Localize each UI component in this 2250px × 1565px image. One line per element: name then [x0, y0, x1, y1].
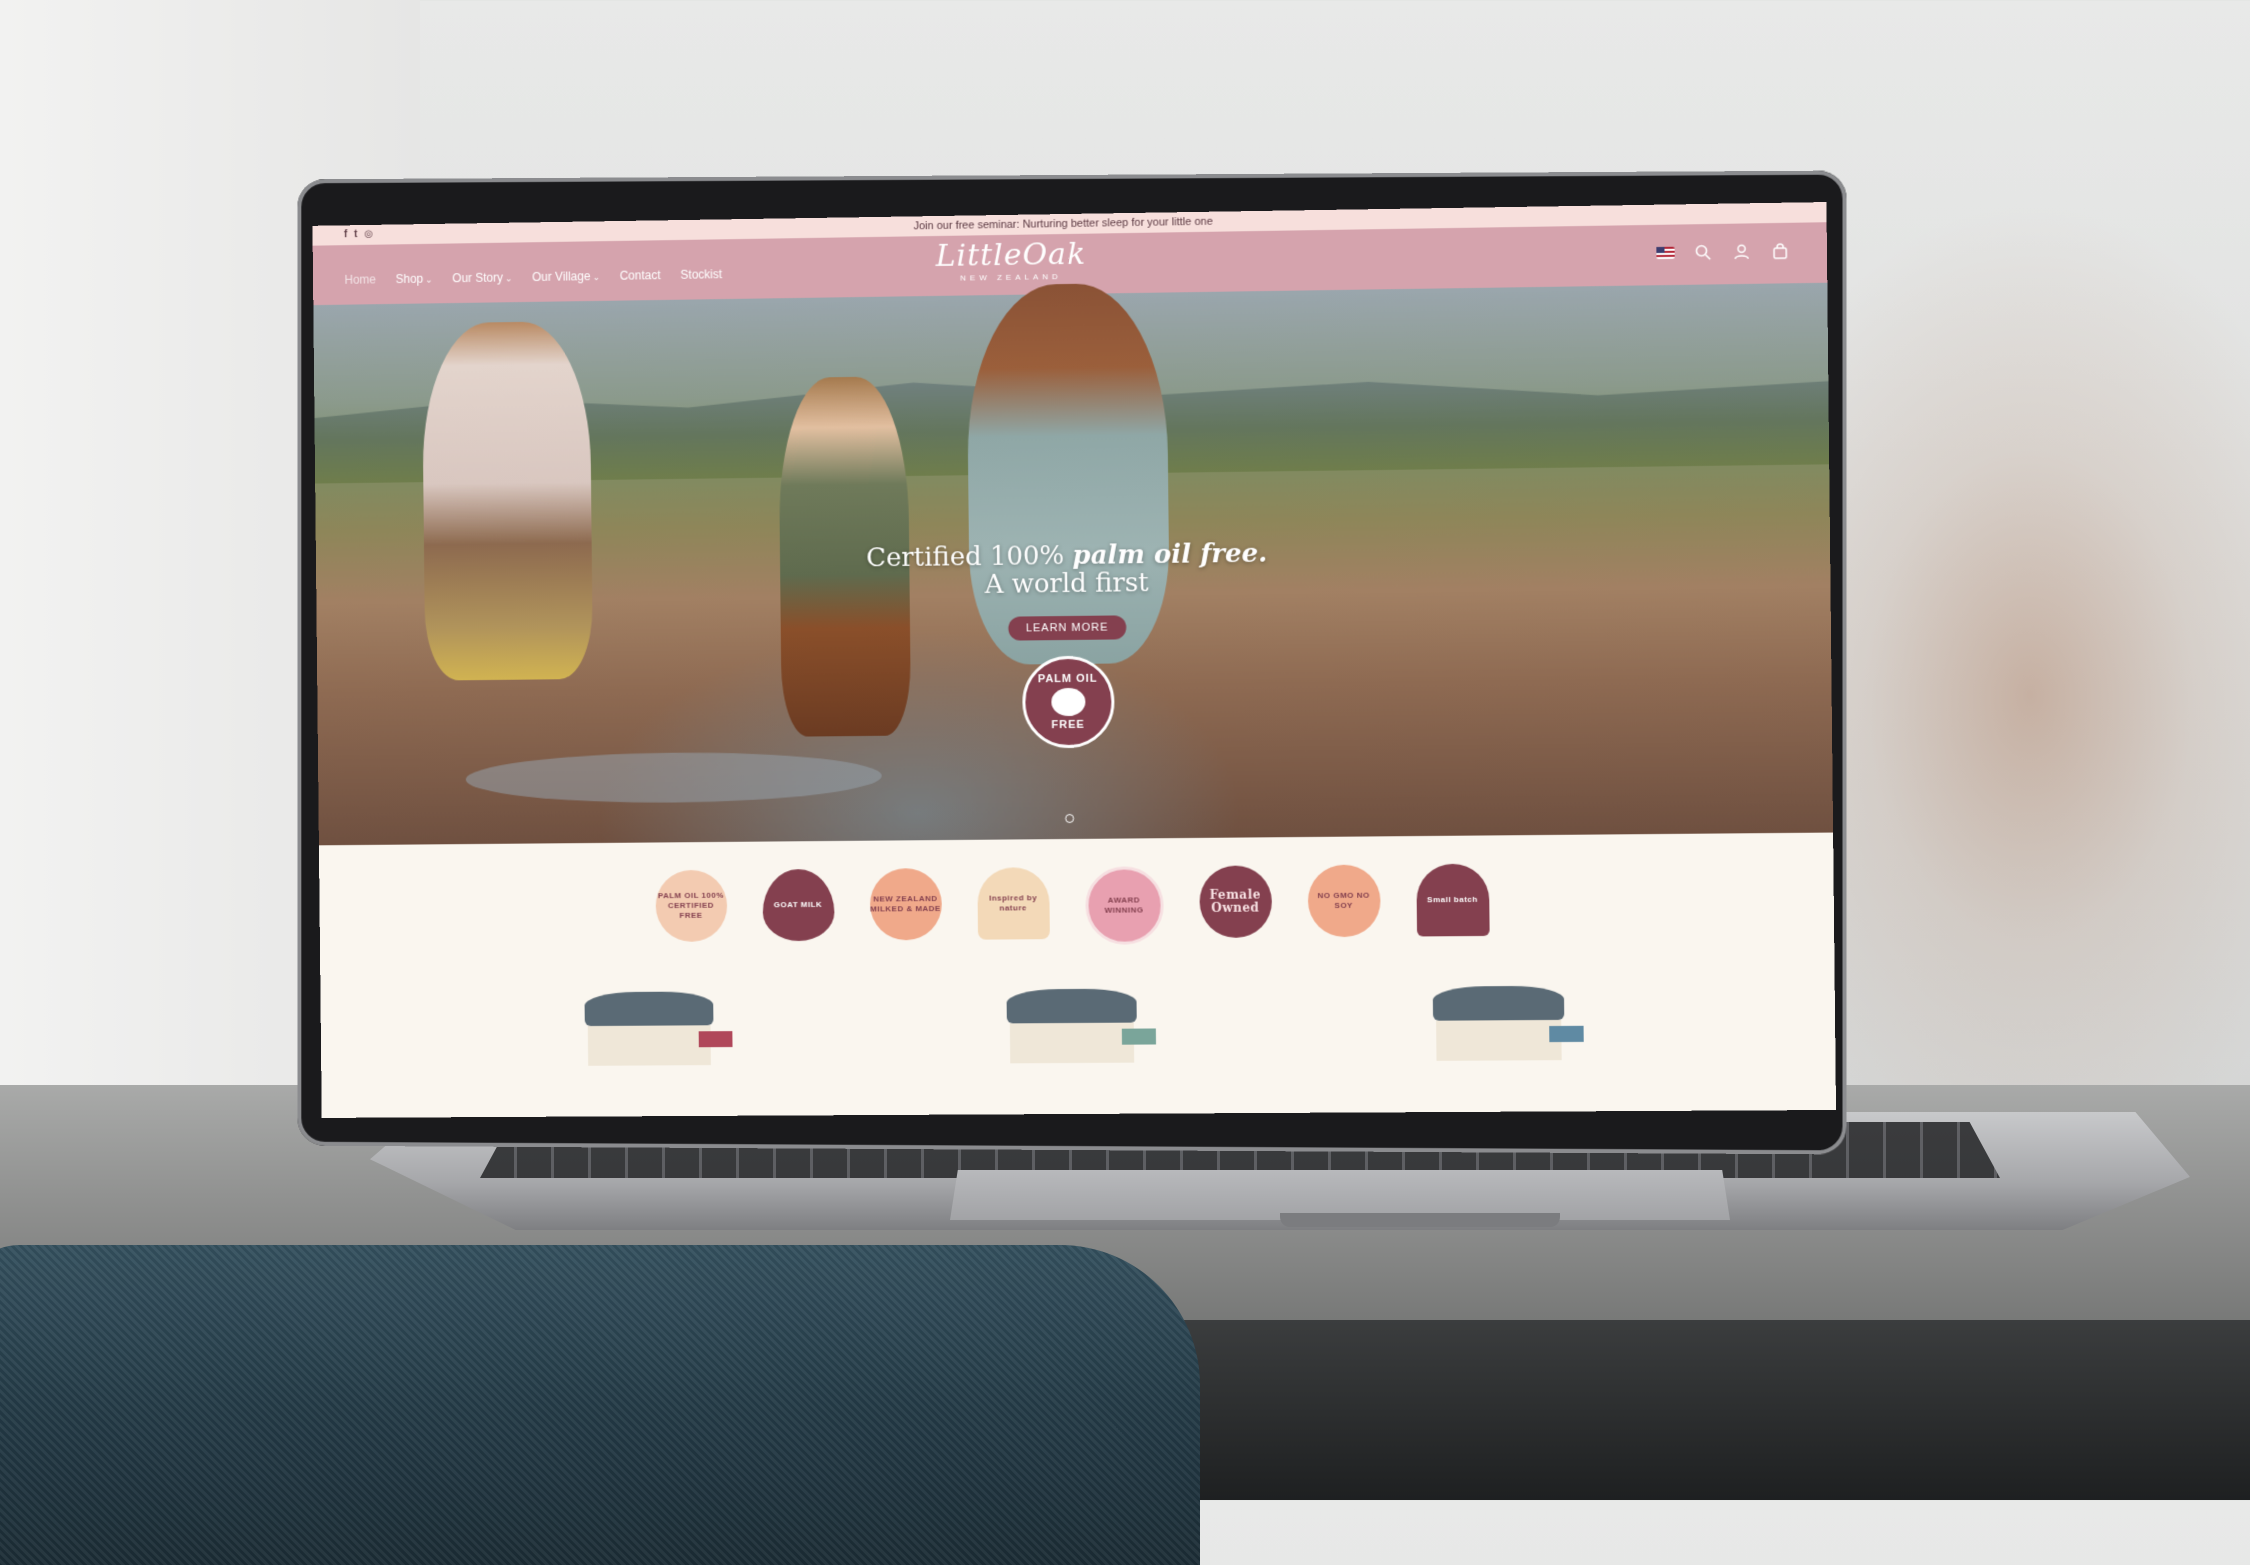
badge-new-zealand: NEW ZEALAND MILKED & MADE — [869, 868, 942, 941]
jar-body — [1009, 1022, 1156, 1064]
facebook-icon[interactable]: f — [344, 225, 347, 245]
hero-banner: Certified 100% palm oil free. A world fi… — [313, 282, 1834, 846]
badge-small-batch: Small batch — [1415, 863, 1490, 937]
hero-child-left — [421, 320, 594, 681]
header-actions — [1656, 241, 1790, 263]
badge-palm-oil-free: PALM OIL 100% CERTIFIED FREE — [654, 869, 727, 943]
nav-shop[interactable]: Shop ⌄ — [396, 272, 433, 286]
product-row — [320, 939, 1835, 1066]
flag-icon[interactable] — [1656, 246, 1675, 260]
account-icon[interactable] — [1731, 242, 1752, 262]
product-jar[interactable] — [1005, 988, 1156, 1064]
cart-icon[interactable] — [1770, 241, 1791, 261]
twitter-icon[interactable]: t — [354, 225, 357, 245]
nav-our-village-label: Our Village — [532, 269, 591, 285]
hero-line1-bold: palm oil free. — [1072, 538, 1268, 571]
nav-shop-label: Shop — [395, 271, 424, 287]
product-jar[interactable] — [583, 991, 733, 1066]
chevron-down-icon: ⌄ — [425, 274, 433, 285]
nav-stockist[interactable]: Stockist — [680, 267, 722, 282]
orangutan-icon — [1050, 687, 1086, 717]
trust-badges: PALM OIL 100% CERTIFIED FREE GOAT MILK N… — [319, 833, 1834, 951]
palm-oil-free-seal: PALM OIL FREE — [1021, 655, 1115, 749]
slider-dot[interactable] — [1064, 813, 1074, 824]
hero-puddle — [465, 750, 882, 805]
jar-label — [698, 1031, 733, 1048]
seal-bottom-text: FREE — [1051, 718, 1085, 732]
jar-lid — [1005, 988, 1137, 1024]
website-screen: f t ◎ Join our free seminar: Nurturing b… — [312, 202, 1837, 1118]
laptop-notch — [1280, 1213, 1560, 1227]
jar-label — [1548, 1025, 1584, 1043]
main-nav: Home Shop ⌄ Our Story ⌄ Our Village ⌄ Conta… — [344, 267, 722, 287]
jar-body — [1435, 1019, 1584, 1061]
hero-child-right — [966, 282, 1171, 666]
badge-goat-milk: GOAT MILK — [761, 868, 835, 942]
chair-backrest — [0, 1245, 1200, 1565]
brand-name: LittleOak — [935, 236, 1087, 274]
jar-body — [587, 1025, 733, 1066]
nav-our-story-label: Our Story — [452, 270, 504, 286]
chevron-down-icon: ⌄ — [504, 273, 513, 284]
product-jar[interactable] — [1432, 985, 1584, 1061]
nav-our-village[interactable]: Our Village ⌄ — [532, 269, 600, 284]
instagram-icon[interactable]: ◎ — [364, 225, 373, 245]
announcement-text[interactable]: Join our free seminar: Nurturing better … — [913, 216, 1212, 233]
jar-lid — [1432, 985, 1564, 1021]
learn-more-button[interactable]: LEARN MORE — [1007, 615, 1127, 641]
social-links: f t ◎ — [344, 225, 373, 245]
seal-top-text: PALM OIL — [1037, 672, 1098, 686]
jar-lid — [583, 991, 713, 1027]
badge-female-owned: Female Owned — [1198, 865, 1272, 939]
nav-our-story[interactable]: Our Story ⌄ — [452, 270, 513, 286]
badge-inspired-by-nature: Inspired by nature — [976, 867, 1050, 940]
badge-no-gmo: NO GMO NO SOY — [1307, 864, 1381, 938]
jar-label — [1121, 1028, 1156, 1045]
nav-contact[interactable]: Contact — [620, 268, 661, 283]
chevron-down-icon: ⌄ — [592, 272, 600, 283]
search-icon[interactable] — [1693, 242, 1713, 262]
badge-award-winning: AWARD WINNING — [1084, 866, 1164, 945]
nav-home[interactable]: Home — [344, 272, 376, 286]
